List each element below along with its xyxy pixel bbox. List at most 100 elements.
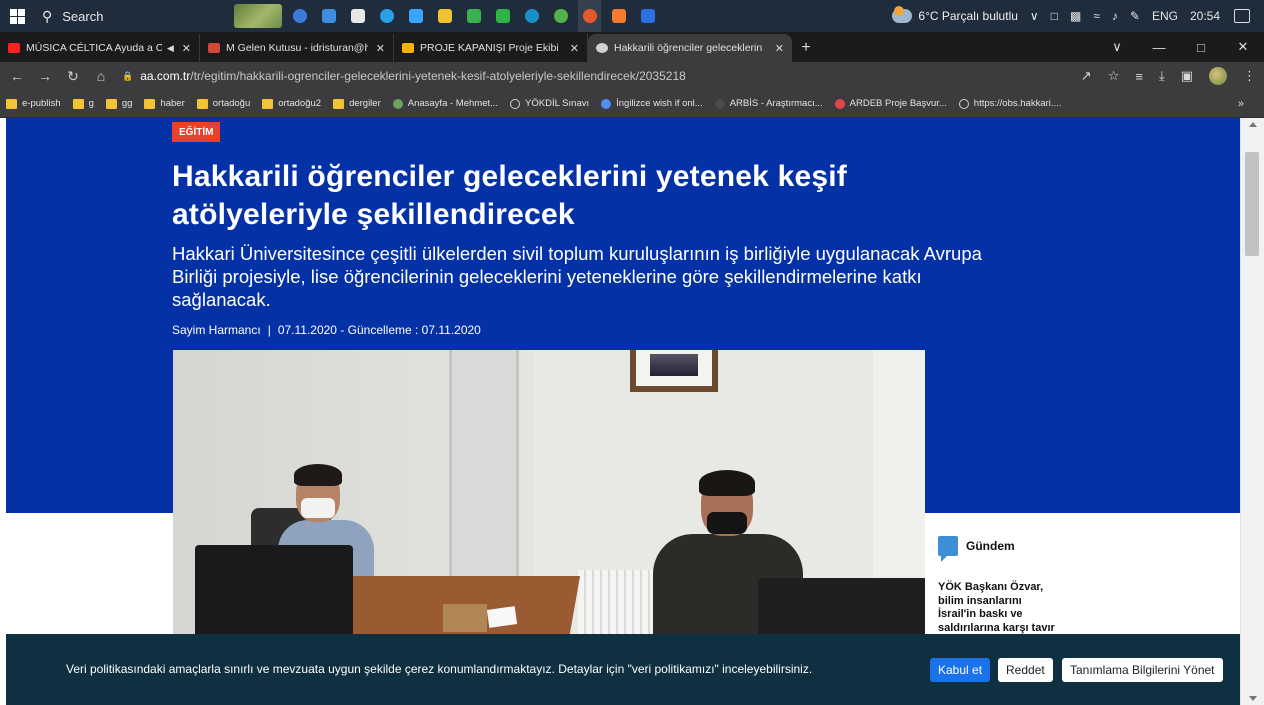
volume-icon[interactable]: ♪ (1112, 9, 1118, 23)
windows-taskbar: ⚲ Search 6°C Parçalı bulutlu ∨ □ ▩ ≈ ♪ ✎… (0, 0, 1264, 32)
network-icon[interactable]: ▩ (1070, 9, 1081, 23)
category-badge[interactable]: EĞİTİM (172, 122, 221, 142)
bookmark-label: ARDEB Proje Başvur... (849, 98, 947, 109)
taskbar-app-icon[interactable] (491, 0, 514, 32)
reload-icon[interactable]: ↻ (62, 68, 84, 85)
pen-icon[interactable]: ✎ (1130, 9, 1140, 23)
side-panel-icon[interactable]: ▣ (1181, 68, 1193, 84)
drive-icon (402, 43, 414, 53)
scroll-down-icon[interactable] (1249, 696, 1257, 701)
taskbar-app-icon[interactable] (520, 0, 543, 32)
url-path: /tr/egitim/hakkarili-ogrenciler-gelecekl… (190, 69, 686, 83)
bookmarks-overflow-icon[interactable]: » (1238, 98, 1244, 110)
bookmark-item[interactable]: ortadoğu (196, 98, 250, 109)
weather-text[interactable]: 6°C Parçalı bulutlu (918, 9, 1018, 23)
speaker-icon[interactable]: ◀ (167, 43, 174, 54)
forward-icon[interactable]: → (34, 68, 56, 84)
taskbar-app-icon[interactable] (288, 0, 311, 32)
notification-icon[interactable] (1234, 9, 1250, 23)
home-icon[interactable]: ⌂ (90, 68, 112, 84)
folder-icon (196, 98, 208, 109)
widgets-icon[interactable] (234, 4, 282, 28)
taskbar-app-icon[interactable] (433, 0, 456, 32)
tab-search-icon[interactable]: ∨ (1096, 32, 1138, 62)
bookmark-item[interactable]: g (72, 98, 94, 109)
weather-icon[interactable] (892, 6, 913, 23)
bookmark-item[interactable]: e-publish (6, 98, 61, 109)
tab-musica-celtica[interactable]: MÚSICA CÉLTICA Ayuda a C ◀ ✕ (0, 34, 200, 62)
article-byline: Sayim Harmancı | 07.11.2020 - Güncelleme :… (172, 323, 481, 337)
close-tab-icon[interactable]: ✕ (570, 42, 579, 55)
back-icon[interactable]: ← (6, 68, 28, 84)
taskbar-app-icon[interactable] (636, 0, 659, 32)
blank-icon (714, 98, 725, 109)
bookmark-item[interactable]: haber (144, 98, 185, 109)
minimize-icon[interactable]: — (1138, 32, 1180, 62)
page-scrollbar[interactable] (1240, 118, 1264, 705)
maximize-icon[interactable]: □ (1180, 32, 1222, 62)
tab-aa-article[interactable]: Hakkarili öğrenciler geleceklerin ✕ (588, 34, 792, 62)
folder-icon (105, 98, 117, 109)
bookmark-item[interactable]: Anasayfa - Mehmet... (392, 98, 498, 109)
start-button[interactable] (0, 0, 34, 32)
folder-icon (262, 98, 274, 109)
lock-icon[interactable]: 🔒 (122, 71, 133, 82)
bookmark-label: https://obs.hakkari.... (973, 98, 1062, 109)
bookmark-label: haber (160, 98, 185, 109)
close-tab-icon[interactable]: ✕ (775, 42, 784, 55)
scroll-up-icon[interactable] (1249, 122, 1257, 127)
bookmark-item[interactable]: ortadoğu2 (262, 98, 321, 109)
bookmark-item[interactable]: ARBİS - Araştırmacı... (714, 98, 823, 109)
toolbar-actions: ↗ ☆ ≡ ⤓ ▣ ⋮ (1073, 62, 1264, 90)
tab-drive[interactable]: PROJE KAPANIŞI Proje Ekibi - Go ✕ (394, 34, 588, 62)
taskbar-app-icon[interactable] (346, 0, 369, 32)
close-tab-icon[interactable]: ✕ (376, 42, 385, 55)
taskbar-app-icon[interactable] (317, 0, 340, 32)
close-window-icon[interactable]: ✕ (1222, 32, 1264, 62)
new-tab-button[interactable]: + (792, 34, 820, 62)
reject-cookies-button[interactable]: Reddet (998, 658, 1053, 682)
search-icon: ⚲ (42, 7, 53, 24)
bookmark-star-icon[interactable]: ☆ (1108, 68, 1120, 84)
language-indicator[interactable]: ENG (1152, 9, 1178, 23)
bookmark-item[interactable]: ARDEB Proje Başvur... (834, 98, 947, 109)
share-icon[interactable]: ↗ (1081, 68, 1092, 84)
site-icon (392, 98, 403, 109)
scroll-thumb[interactable] (1245, 152, 1259, 256)
author-name[interactable]: Sayim Harmancı (172, 323, 261, 337)
bookmark-item[interactable]: gg (105, 98, 132, 109)
address-bar[interactable]: 🔒 aa.com.tr /tr/egitim/hakkarili-ogrenci… (122, 65, 1062, 87)
photo-wall-frame (630, 350, 718, 392)
taskbar-search[interactable]: ⚲ Search (34, 0, 194, 32)
browser-tab-strip: MÚSICA CÉLTICA Ayuda a C ◀ ✕ M Gelen Kut… (0, 32, 1264, 62)
taskbar-app-icon[interactable] (549, 0, 572, 32)
menu-icon[interactable]: ⋮ (1243, 68, 1256, 84)
bookmarks-bar: e-publish g gg haber ortadoğu ortadoğu2 dergil… (0, 90, 1264, 118)
bookmark-item[interactable]: YÖKDİL Sınavı (510, 98, 589, 109)
bookmark-label: g (88, 98, 94, 109)
clock[interactable]: 20:54 (1190, 9, 1220, 23)
tab-title: PROJE KAPANIŞI Proje Ekibi - Go (420, 42, 562, 54)
tray-app-icon[interactable]: □ (1051, 9, 1058, 23)
tab-gmail[interactable]: M Gelen Kutusu - idristuran@hakk ✕ (200, 34, 394, 62)
bookmark-item[interactable]: İngilizce wish if onl... (601, 98, 703, 109)
taskbar-app-icon[interactable] (578, 0, 601, 32)
taskbar-app-icon[interactable] (607, 0, 630, 32)
close-tab-icon[interactable]: ✕ (182, 42, 191, 55)
accept-cookies-button[interactable]: Kabul et (930, 658, 991, 682)
download-icon[interactable]: ⤓ (1159, 68, 1165, 84)
bookmark-item[interactable]: https://obs.hakkari.... (958, 98, 1062, 109)
taskbar-app-icon[interactable] (462, 0, 485, 32)
reading-list-icon[interactable]: ≡ (1135, 69, 1143, 84)
manage-cookies-button[interactable]: Tanımlama Bilgilerini Yönet (1062, 658, 1223, 682)
folder-icon (333, 98, 345, 109)
chevron-up-icon[interactable]: ∨ (1030, 9, 1039, 23)
taskbar-app-icon[interactable] (404, 0, 427, 32)
taskbar-app-icon[interactable] (375, 0, 398, 32)
bookmark-item[interactable]: dergiler (333, 98, 381, 109)
folder-icon (144, 98, 156, 109)
browser-toolbar: ← → ↻ ⌂ 🔒 aa.com.tr /tr/egitim/hakkarili… (0, 62, 1264, 90)
bookmark-label: dergiler (349, 98, 381, 109)
profile-avatar[interactable] (1209, 67, 1227, 85)
wifi-icon[interactable]: ≈ (1093, 9, 1100, 23)
